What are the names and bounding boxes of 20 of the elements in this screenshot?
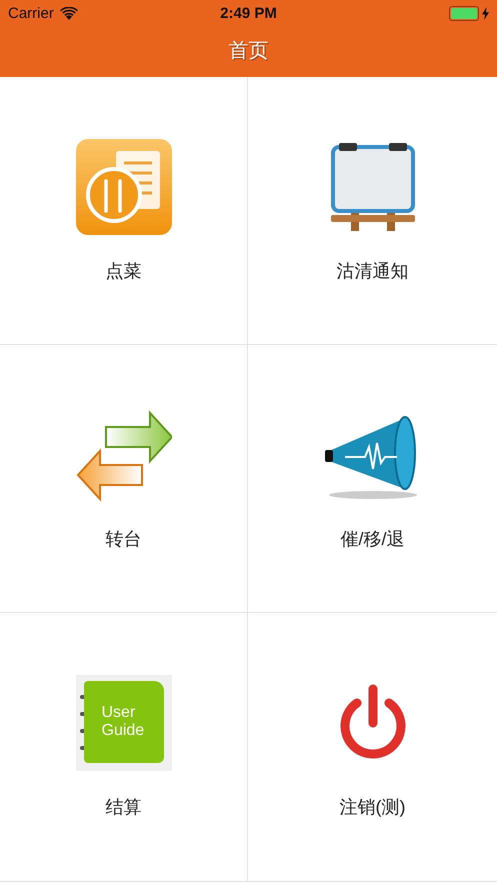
carrier-name: Carrier bbox=[8, 4, 54, 22]
tile-label: 结算 bbox=[106, 796, 142, 819]
page-title: 首页 bbox=[228, 39, 270, 64]
clock-time: 2:49 PM bbox=[220, 4, 277, 22]
tile-label: 点菜 bbox=[106, 260, 142, 283]
menu-icon[interactable] bbox=[76, 139, 172, 235]
menu-tile[interactable]: 注销(测) bbox=[248, 613, 497, 882]
menu-tile[interactable]: 转台 bbox=[0, 345, 248, 613]
menu-tile[interactable]: 沽清通知 bbox=[248, 77, 497, 345]
notebook-label: User bbox=[102, 704, 136, 722]
tile-label: 转台 bbox=[106, 528, 142, 551]
tile-label: 沽清通知 bbox=[336, 260, 408, 283]
notebook-label: Guide bbox=[102, 722, 146, 740]
wifi-icon bbox=[60, 6, 78, 20]
tile-label: 注销(测) bbox=[340, 796, 406, 819]
menu-tile[interactable]: 催/移/退 bbox=[248, 345, 497, 613]
menu-tile[interactable]: 点菜 bbox=[0, 77, 248, 345]
tile-label: 催/移/退 bbox=[340, 528, 404, 551]
battery-icon bbox=[449, 6, 479, 20]
menu-tile[interactable]: User Guide 结算 bbox=[0, 613, 248, 882]
